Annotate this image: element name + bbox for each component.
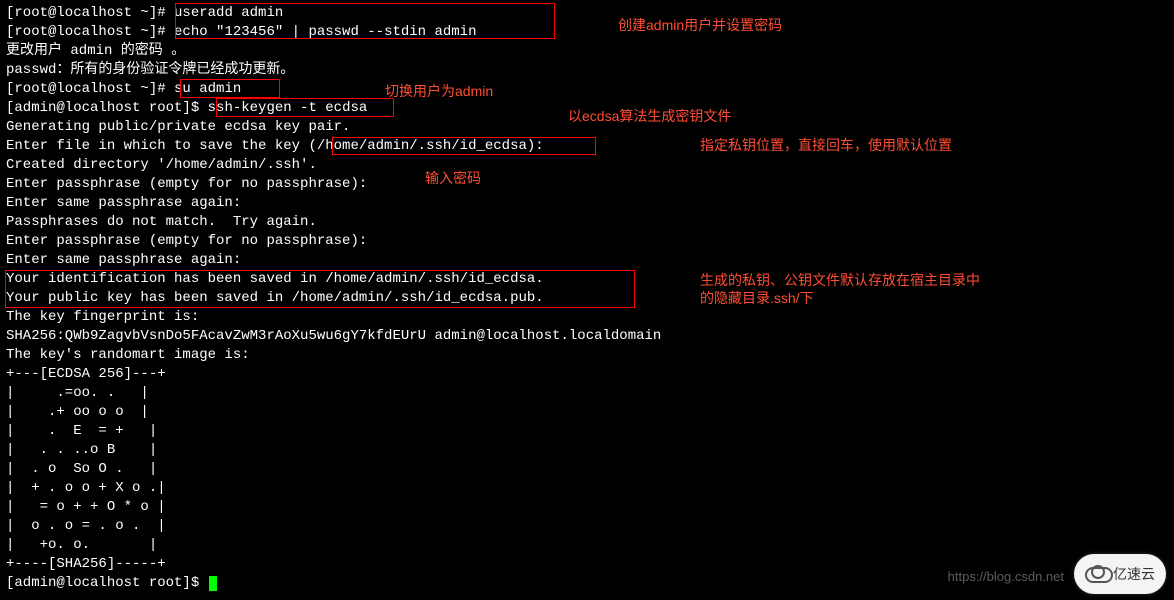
prompt-text: [root@localhost ~]# (6, 5, 174, 21)
terminal-output-line: Enter same passphrase again: (6, 194, 1168, 213)
logo-text: 亿速云 (1113, 565, 1155, 584)
command-text: su admin (174, 81, 241, 97)
prompt-text: [admin@localhost root]$ (6, 575, 208, 591)
prompt-text: [root@localhost ~]# (6, 24, 174, 40)
prompt-text: [admin@localhost root]$ (6, 100, 208, 116)
terminal-output-line: | . o So O . | (6, 460, 1168, 479)
terminal-output[interactable]: [root@localhost ~]# useradd admin[root@l… (0, 0, 1174, 597)
annotation-switch-user: 切换用户为admin (385, 82, 493, 100)
terminal-output-line: The key fingerprint is: (6, 308, 1168, 327)
terminal-output-line: | = o + + O * o | (6, 498, 1168, 517)
command-text: echo "123456" | passwd --stdin admin (174, 24, 476, 40)
terminal-output-line: Enter same passphrase again: (6, 251, 1168, 270)
terminal-output-line: SHA256:QWb9ZagvbVsnDo5FAcavZwM3rAoXu5wu6… (6, 327, 1168, 346)
logo-bubble: 亿速云 (1074, 554, 1166, 594)
cursor-icon (209, 576, 217, 591)
prompt-text: [root@localhost ~]# (6, 81, 174, 97)
terminal-output-line: | .+ oo o o | (6, 403, 1168, 422)
annotation-passphrase: 输入密码 (425, 169, 481, 187)
terminal-output-line: | . E = + | (6, 422, 1168, 441)
terminal-output-line: | +o. o. | (6, 536, 1168, 555)
terminal-output-line: Passphrases do not match. Try again. (6, 213, 1168, 232)
terminal-output-line: | + . o o + X o .| (6, 479, 1168, 498)
terminal-output-line: | . . ..o B | (6, 441, 1168, 460)
terminal-output-line: | .=oo. . | (6, 384, 1168, 403)
annotation-create-user: 创建admin用户并设置密码 (618, 16, 782, 34)
terminal-command-line: [root@localhost ~]# su admin (6, 80, 1168, 99)
terminal-output-line: | o . o = . o . | (6, 517, 1168, 536)
annotation-saved: 生成的私钥、公钥文件默认存放在宿主目录中的隐藏目录.ssh/下 (700, 271, 990, 307)
terminal-output-line: The key's randomart image is: (6, 346, 1168, 365)
command-text: useradd admin (174, 5, 283, 21)
terminal-command-line: [root@localhost ~]# echo "123456" | pass… (6, 23, 1168, 42)
terminal-output-line: Enter passphrase (empty for no passphras… (6, 175, 1168, 194)
terminal-output-line: passwd：所有的身份验证令牌已经成功更新。 (6, 61, 1168, 80)
terminal-output-line: 更改用户 admin 的密码 。 (6, 42, 1168, 61)
terminal-output-line: Your public key has been saved in /home/… (6, 289, 1168, 308)
terminal-output-line: Enter passphrase (empty for no passphras… (6, 232, 1168, 251)
terminal-output-line: Enter file in which to save the key (/ho… (6, 137, 1168, 156)
terminal-output-line: +---[ECDSA 256]---+ (6, 365, 1168, 384)
annotation-keygen: 以ecdsa算法生成密钥文件 (568, 107, 731, 125)
terminal-command-line: [root@localhost ~]# useradd admin (6, 4, 1168, 23)
terminal-output-line: Created directory '/home/admin/.ssh'. (6, 156, 1168, 175)
watermark-text: https://blog.csdn.net (948, 567, 1064, 586)
terminal-output-line: Your identification has been saved in /h… (6, 270, 1168, 289)
command-text: ssh-keygen -t ecdsa (208, 100, 368, 116)
cloud-icon (1085, 565, 1109, 583)
annotation-keypath: 指定私钥位置，直接回车，使用默认位置 (700, 136, 952, 154)
